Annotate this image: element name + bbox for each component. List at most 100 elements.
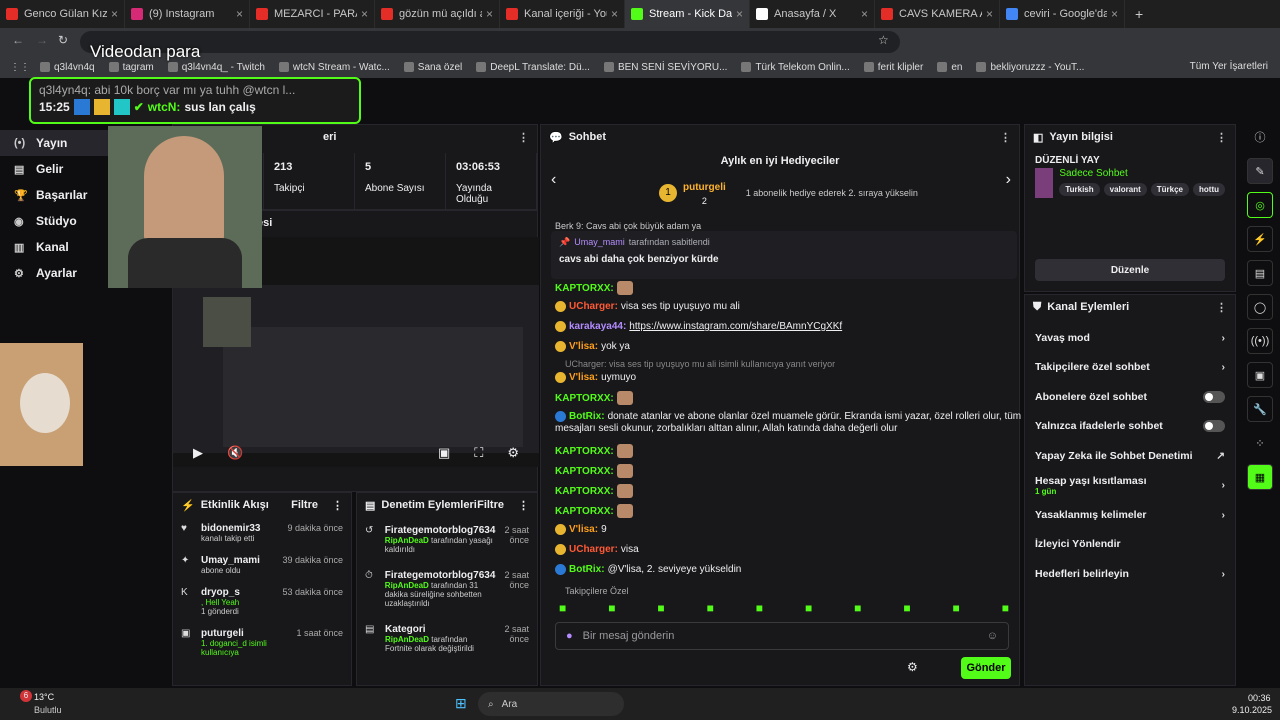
sidebar-item-3[interactable]: ◉ Stüdyo xyxy=(0,208,108,234)
emote-icon[interactable]: ■ xyxy=(608,601,615,615)
browser-tab[interactable]: (9) Instagram × xyxy=(125,0,250,28)
chat-username[interactable]: V'lisa: xyxy=(569,372,598,383)
tab-close-icon[interactable]: × xyxy=(736,7,743,21)
moderation-user[interactable]: Firategemotorblog7634 xyxy=(385,570,496,581)
channel-action[interactable]: Yapay Zeka ile Sohbet Denetimi ↗ xyxy=(1025,441,1235,471)
activity-user[interactable]: puturgeli xyxy=(201,628,290,639)
mic-icon[interactable]: ● xyxy=(566,630,573,642)
forward-icon[interactable]: → xyxy=(36,33,48,47)
more-icon[interactable]: ⋮ xyxy=(518,499,529,512)
more-icon[interactable]: ⋮ xyxy=(1216,301,1227,314)
wrench-icon[interactable]: 🔧 xyxy=(1247,396,1273,422)
tab-close-icon[interactable]: × xyxy=(361,7,368,21)
channel-action[interactable]: Yavaş mod › xyxy=(1025,323,1235,353)
external-link-icon[interactable]: ↗ xyxy=(1216,450,1225,462)
browser-tab[interactable]: gözün mü açıldı am × xyxy=(375,0,500,28)
bookmark-item[interactable]: en xyxy=(937,62,962,73)
chat-username[interactable]: UCharger: xyxy=(569,544,618,555)
pip-icon[interactable]: ▣ xyxy=(438,445,450,461)
sidebar-item-1[interactable]: ▤ Gelir xyxy=(0,156,108,182)
browser-tab[interactable]: Genco Gülan Kız Kule × xyxy=(0,0,125,28)
media-icon[interactable]: ▣ xyxy=(1247,362,1273,388)
chat-username[interactable]: KAPTORXX: xyxy=(555,506,614,517)
tab-close-icon[interactable]: × xyxy=(611,7,618,21)
chat-username[interactable]: BotRix: xyxy=(569,564,605,575)
chat-username[interactable]: KAPTORXX: xyxy=(555,446,614,457)
taskbar-search[interactable]: ⌕ Ara xyxy=(478,692,624,716)
sidebar-item-5[interactable]: ⚙ Ayarlar xyxy=(0,260,108,286)
browser-tab[interactable]: ceviri - Google'da Ar × xyxy=(1000,0,1125,28)
activity-filter[interactable]: Filtre xyxy=(291,499,318,511)
more-icon[interactable]: ⋮ xyxy=(518,131,529,144)
chat-text[interactable]: https://www.instagram.com/share/BAmnYCgX… xyxy=(629,321,842,332)
edit-icon[interactable]: ✎ xyxy=(1247,158,1273,184)
tab-close-icon[interactable]: × xyxy=(986,7,993,21)
category-name[interactable]: Sadece Sohbet xyxy=(1059,168,1225,179)
reload-icon[interactable]: ↻ xyxy=(58,33,68,47)
mute-icon[interactable]: 🔇 xyxy=(227,445,243,461)
new-tab-icon[interactable]: + xyxy=(1135,6,1143,22)
more-icon[interactable]: ⋮ xyxy=(332,499,343,512)
chat-username[interactable]: karakaya44: xyxy=(569,321,626,332)
bookmark-item[interactable]: wtcN Stream - Watc... xyxy=(278,62,390,73)
activity-user[interactable]: bidonemir33 xyxy=(201,523,281,534)
sidebar-item-2[interactable]: 🏆 Başarılar xyxy=(0,182,108,208)
address-bar[interactable] xyxy=(80,31,900,53)
bookmark-item[interactable]: BEN SENİ SEVİYORU... xyxy=(603,62,727,73)
chat-username[interactable]: V'lisa: xyxy=(569,524,598,535)
emote-icon[interactable]: ■ xyxy=(657,601,664,615)
more-icon[interactable]: ⋮ xyxy=(1000,131,1011,144)
tag-chip[interactable]: hottu xyxy=(1193,183,1225,196)
settings-icon[interactable]: ⚙ xyxy=(907,660,918,674)
back-icon[interactable]: ← xyxy=(12,33,24,47)
channel-action[interactable]: Takipçilere özel sohbet › xyxy=(1025,353,1235,383)
emote-icon[interactable]: ■ xyxy=(805,601,812,615)
moderation-user[interactable]: Firategemotorblog7634 xyxy=(385,525,496,536)
chevron-right-icon[interactable]: › xyxy=(1222,361,1226,373)
channel-action[interactable]: İzleyici Yönlendir xyxy=(1025,530,1235,560)
moderation-mod[interactable]: RipAnDeaD xyxy=(385,581,429,590)
send-button[interactable]: Gönder xyxy=(961,657,1011,679)
chevron-right-icon[interactable]: › xyxy=(1222,332,1226,344)
emote-icon[interactable]: ■ xyxy=(953,601,960,615)
prev-icon[interactable]: ‹ xyxy=(551,171,556,189)
emote-icon[interactable]: ■ xyxy=(707,601,714,615)
chat-username[interactable]: UCharger: xyxy=(569,301,618,312)
moderation-filter[interactable]: Filtre xyxy=(477,499,504,511)
bookmark-item[interactable]: Sana özel xyxy=(403,62,462,73)
emote-icon[interactable]: ■ xyxy=(854,601,861,615)
bookmark-star-icon[interactable]: ☆ xyxy=(878,33,889,47)
channel-action[interactable]: Yasaklanmış kelimeler › xyxy=(1025,500,1235,530)
tab-close-icon[interactable]: × xyxy=(486,7,493,21)
bolt-icon[interactable]: ⚡ xyxy=(1247,226,1273,252)
chat-username[interactable]: BotRix: xyxy=(569,411,605,422)
info-icon[interactable]: ⓘ xyxy=(1247,124,1273,150)
clipboard-icon[interactable]: ▤ xyxy=(1247,260,1273,286)
browser-tab[interactable]: CAVS KAMERA AÇTI × xyxy=(875,0,1000,28)
tab-close-icon[interactable]: × xyxy=(111,7,118,21)
moderation-mod[interactable]: RipAnDeaD xyxy=(385,635,429,644)
tag-chip[interactable]: Turkish xyxy=(1059,183,1100,196)
target-icon[interactable]: ◎ xyxy=(1247,192,1273,218)
emote-icon[interactable]: ■ xyxy=(903,601,910,615)
bookmark-item[interactable]: tagram xyxy=(108,62,154,73)
chevron-right-icon[interactable]: › xyxy=(1222,479,1226,491)
bookmark-item[interactable]: DeepL Translate: Dü... xyxy=(476,62,590,73)
game-icon[interactable]: ▦ xyxy=(1247,464,1273,490)
activity-user[interactable]: dryop_s xyxy=(201,587,276,598)
tab-close-icon[interactable]: × xyxy=(236,7,243,21)
bookmark-item[interactable]: Türk Telekom Onlin... xyxy=(741,62,850,73)
bookmark-item[interactable]: q3l4vn4q_ - Twitch xyxy=(167,62,265,73)
apps-icon[interactable]: ⋮⋮ xyxy=(10,62,30,73)
edit-button[interactable]: Düzenle xyxy=(1035,259,1225,281)
channel-action[interactable]: Hedefleri belirleyin › xyxy=(1025,559,1235,589)
browser-tab[interactable]: Kanal içeriği - YouTu × xyxy=(500,0,625,28)
bookmark-item[interactable]: bekliyoruzzz - YouT... xyxy=(976,62,1084,73)
emote-icon[interactable]: ■ xyxy=(756,601,763,615)
browser-tab[interactable]: Stream - Kick Dashb × xyxy=(625,0,750,28)
chat-username[interactable]: V'lisa: xyxy=(569,341,598,352)
tab-close-icon[interactable]: × xyxy=(1111,7,1118,21)
toggle-switch[interactable] xyxy=(1203,390,1225,403)
channel-action[interactable]: Hesap yaşı kısıtlaması 1 gün › xyxy=(1025,471,1235,501)
bookmark-item[interactable]: ferit klipler xyxy=(863,62,923,73)
